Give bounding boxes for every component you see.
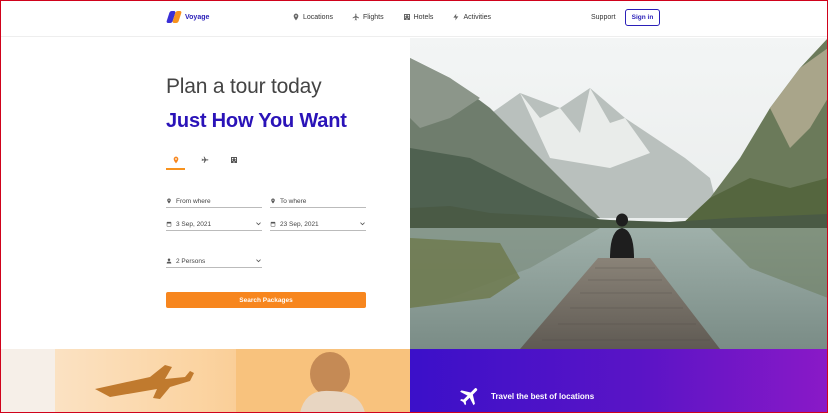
brand-name: Voyage [185, 13, 210, 21]
promo-banner: Travel the best of locations [410, 349, 828, 413]
lake-mountain-pier-illustration [410, 38, 828, 349]
hero-headline: Plan a tour today [166, 75, 322, 98]
support-link[interactable]: Support [591, 14, 616, 21]
promo-text: Travel the best of locations [491, 392, 595, 401]
person-icon [166, 258, 172, 264]
travel-photo-strip [0, 349, 410, 413]
hero-landscape-image [410, 38, 828, 349]
nav-link-flights[interactable]: Flights [352, 13, 384, 21]
return-date-select[interactable]: 23 Sep, 2021 [270, 218, 366, 231]
chevron-down-icon [256, 259, 261, 263]
nav-link-locations[interactable]: Locations [292, 13, 333, 21]
airplane-icon [352, 13, 359, 21]
location-pin-icon [271, 198, 275, 204]
location-pin-icon [173, 156, 178, 164]
chevron-down-icon [360, 222, 365, 226]
hotel-building-icon [403, 14, 410, 20]
return-date-value: 23 Sep, 2021 [280, 220, 319, 228]
from-where-placeholder: From where [176, 197, 211, 205]
depart-date-select[interactable]: 3 Sep, 2021 [166, 218, 262, 231]
depart-date-value: 3 Sep, 2021 [176, 220, 212, 228]
nav-link-label: Activities [463, 13, 492, 21]
tab-location[interactable] [166, 153, 185, 170]
tab-hotel[interactable] [224, 153, 243, 170]
top-navbar: Voyage Locations Flights Hotels Activiti… [0, 0, 828, 37]
persons-select[interactable]: 2 Persons [166, 255, 262, 268]
search-packages-button[interactable]: Search Packages [166, 292, 366, 308]
brand-logo[interactable]: Voyage [166, 11, 209, 23]
signin-button[interactable]: Sign in [625, 9, 660, 26]
calendar-icon [166, 221, 172, 227]
nav-link-label: Flights [362, 13, 384, 21]
chevron-down-icon [256, 222, 261, 226]
location-pin-icon [167, 198, 171, 204]
voyage-logo-icon [166, 11, 182, 23]
nav-link-activities[interactable]: Activities [452, 13, 491, 21]
hotel-building-icon [230, 157, 237, 163]
airport-traveler-illustration [0, 349, 410, 413]
to-where-field[interactable]: To where [270, 195, 366, 208]
tab-flight[interactable] [195, 153, 214, 170]
airplane-icon [201, 156, 208, 163]
to-where-placeholder: To where [280, 197, 307, 205]
airplane-icon [460, 388, 478, 406]
from-where-field[interactable]: From where [166, 195, 262, 208]
location-pin-icon [293, 13, 299, 21]
calendar-icon [270, 221, 276, 227]
lightning-bolt-icon [453, 13, 459, 21]
nav-link-label: Hotels [413, 13, 434, 21]
nav-links: Locations Flights Hotels Activities [292, 13, 510, 21]
hero-subheadline: Just How You Want [166, 110, 347, 132]
nav-link-hotels[interactable]: Hotels [403, 13, 434, 21]
nav-link-label: Locations [303, 13, 333, 21]
persons-value: 2 Persons [176, 257, 206, 265]
